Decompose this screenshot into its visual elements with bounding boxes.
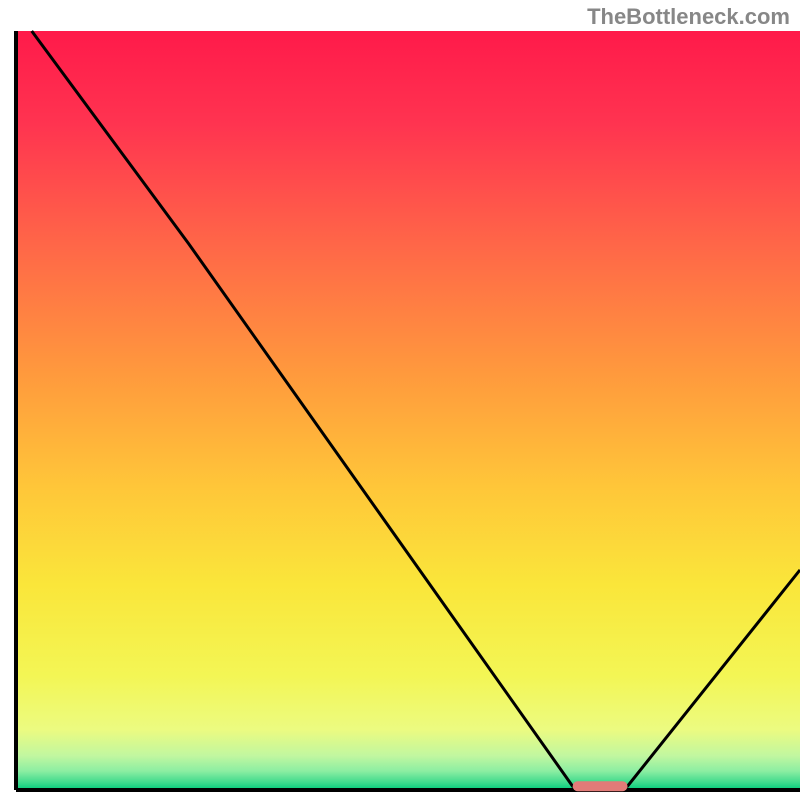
plot-background (16, 31, 800, 790)
chart-svg (0, 0, 800, 800)
watermark-text: TheBottleneck.com (587, 4, 790, 30)
optimal-marker (573, 781, 628, 791)
bottleneck-chart: TheBottleneck.com (0, 0, 800, 800)
